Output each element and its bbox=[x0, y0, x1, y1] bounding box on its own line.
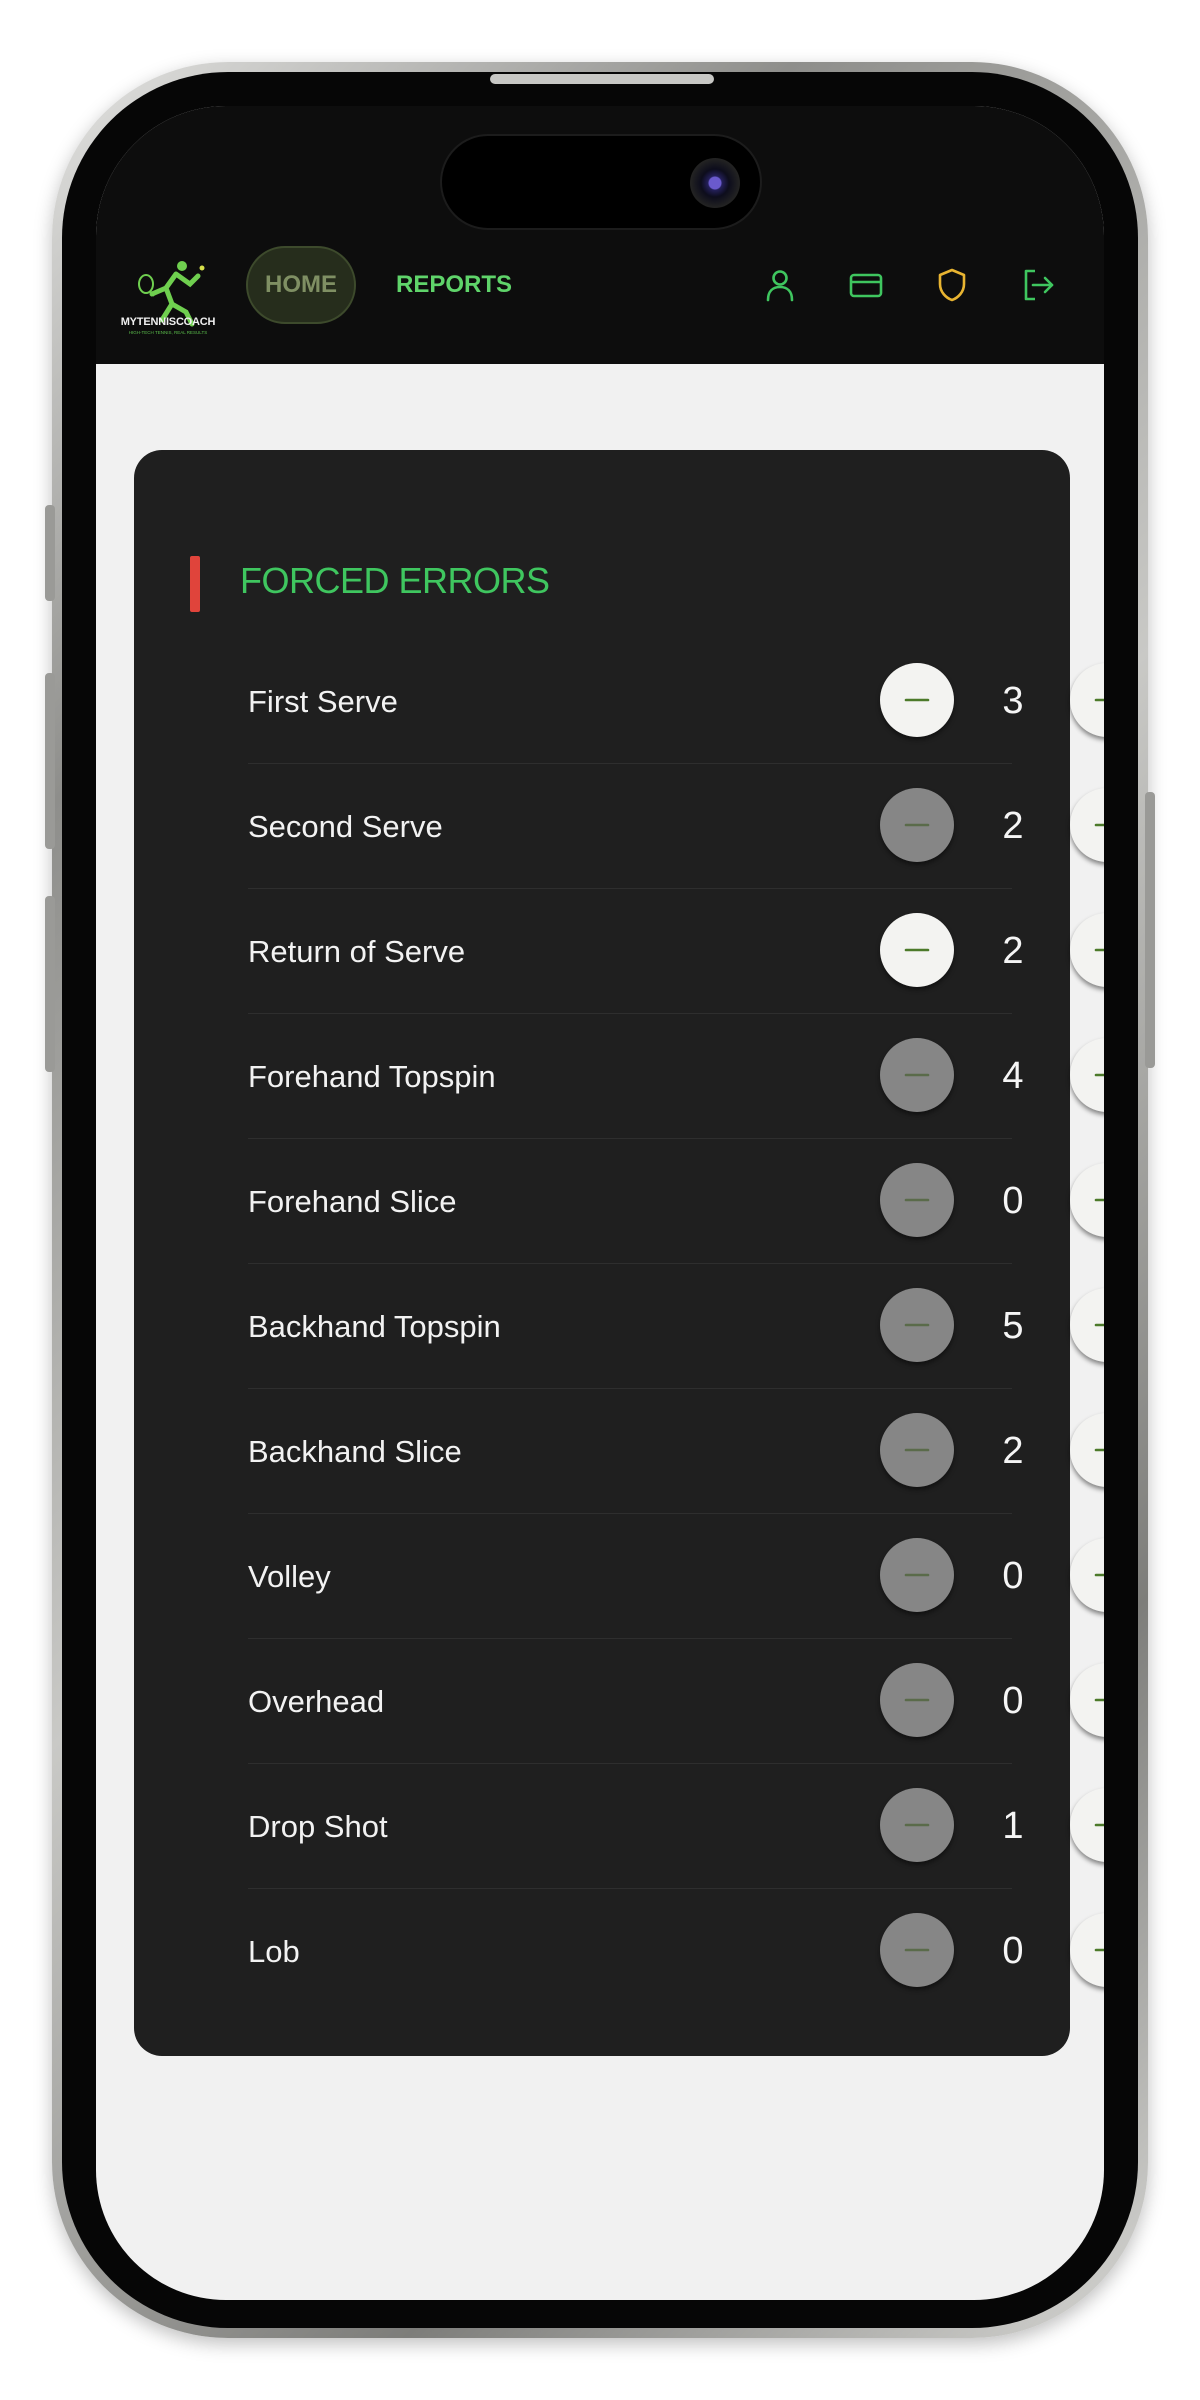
plus-icon bbox=[1094, 1198, 1104, 1202]
top-navbar: MYTENNISCOACH HIGH-TECH TENNIS, REAL RES… bbox=[96, 246, 1104, 364]
row-label: Overhead bbox=[248, 1683, 385, 1719]
count-value: 2 bbox=[1002, 930, 1024, 972]
nav-home-tab[interactable]: HOME bbox=[246, 246, 356, 324]
count-value: 0 bbox=[1002, 1180, 1024, 1222]
counter-row: First Serve 3 bbox=[248, 639, 1104, 764]
plus-icon bbox=[1094, 698, 1104, 702]
minus-icon bbox=[904, 1698, 930, 1702]
row-label: Forehand Topspin bbox=[248, 1058, 496, 1094]
volume-down-button bbox=[45, 896, 55, 1072]
count-value: 1 bbox=[1002, 1805, 1024, 1847]
minus-icon bbox=[904, 1073, 930, 1077]
antenna-band bbox=[490, 74, 714, 84]
brand-name: MYTENNISCOACH bbox=[120, 316, 216, 328]
counter-row: Lob 0 bbox=[248, 1889, 1104, 2014]
plus-icon bbox=[1094, 1948, 1104, 1952]
logout-icon[interactable] bbox=[1020, 267, 1056, 303]
decrement-button[interactable] bbox=[880, 913, 954, 987]
increment-button[interactable] bbox=[1070, 663, 1104, 737]
plus-icon bbox=[1094, 1323, 1104, 1327]
status-area bbox=[96, 106, 1104, 246]
app-screen: MYTENNISCOACH HIGH-TECH TENNIS, REAL RES… bbox=[96, 106, 1104, 2300]
shield-icon[interactable] bbox=[934, 267, 970, 303]
row-label: Lob bbox=[248, 1933, 300, 1969]
counter-row: Volley 0 bbox=[248, 1514, 1104, 1639]
forced-errors-card: FORCED ERRORS First Serve 3 Second Serve 2 R… bbox=[134, 450, 1104, 2056]
plus-icon bbox=[1094, 823, 1104, 827]
decrement-button[interactable] bbox=[880, 1038, 954, 1112]
row-label: Drop Shot bbox=[248, 1808, 388, 1844]
counter-row: Overhead 0 bbox=[248, 1639, 1104, 1764]
increment-button[interactable] bbox=[1070, 1038, 1104, 1112]
counter-row: Backhand Topspin 5 bbox=[248, 1264, 1104, 1389]
plus-icon bbox=[1094, 1823, 1104, 1827]
plus-icon bbox=[1094, 948, 1104, 952]
decrement-button[interactable] bbox=[880, 1788, 954, 1862]
section-marker bbox=[190, 556, 200, 612]
counter-row: Forehand Slice 0 bbox=[248, 1139, 1104, 1264]
nav-reports-tab[interactable]: REPORTS bbox=[396, 246, 512, 324]
decrement-button[interactable] bbox=[880, 1413, 954, 1487]
user-icon[interactable] bbox=[762, 267, 798, 303]
decrement-button[interactable] bbox=[880, 1163, 954, 1237]
minus-icon bbox=[904, 1948, 930, 1952]
row-label: First Serve bbox=[248, 683, 398, 719]
row-label: Forehand Slice bbox=[248, 1183, 457, 1219]
credit-card-icon[interactable] bbox=[848, 267, 884, 303]
minus-icon bbox=[904, 1198, 930, 1202]
increment-button[interactable] bbox=[1070, 1788, 1104, 1862]
count-value: 0 bbox=[1002, 1930, 1024, 1972]
count-value: 0 bbox=[1002, 1555, 1024, 1597]
counter-row: Drop Shot 1 bbox=[248, 1764, 1104, 1889]
decrement-button[interactable] bbox=[880, 1663, 954, 1737]
increment-button[interactable] bbox=[1070, 1413, 1104, 1487]
increment-button[interactable] bbox=[1070, 913, 1104, 987]
counter-row: Second Serve 2 bbox=[248, 764, 1104, 889]
minus-icon bbox=[904, 1823, 930, 1827]
increment-button[interactable] bbox=[1070, 1913, 1104, 1987]
action-button bbox=[45, 505, 55, 601]
minus-icon bbox=[904, 1323, 930, 1327]
count-value: 4 bbox=[1002, 1055, 1024, 1097]
section-title: FORCED ERRORS bbox=[240, 560, 550, 601]
count-value: 0 bbox=[1002, 1680, 1024, 1722]
volume-up-button bbox=[45, 673, 55, 849]
count-value: 3 bbox=[1002, 680, 1024, 722]
decrement-button[interactable] bbox=[880, 663, 954, 737]
plus-icon bbox=[1094, 1073, 1104, 1077]
minus-icon bbox=[904, 698, 930, 702]
decrement-button[interactable] bbox=[880, 1538, 954, 1612]
minus-icon bbox=[904, 948, 930, 952]
decrement-button[interactable] bbox=[880, 788, 954, 862]
row-label: Backhand Topspin bbox=[248, 1308, 501, 1344]
minus-icon bbox=[904, 1573, 930, 1577]
increment-button[interactable] bbox=[1070, 1663, 1104, 1737]
plus-icon bbox=[1094, 1698, 1104, 1702]
row-label: Backhand Slice bbox=[248, 1433, 462, 1469]
counter-row: Forehand Topspin 4 bbox=[248, 1014, 1104, 1139]
counter-row: Return of Serve 2 bbox=[248, 889, 1104, 1014]
minus-icon bbox=[904, 1448, 930, 1452]
count-value: 2 bbox=[1002, 805, 1024, 847]
camera-icon bbox=[690, 158, 740, 208]
row-label: Second Serve bbox=[248, 808, 443, 844]
count-value: 2 bbox=[1002, 1430, 1024, 1472]
counter-row: Backhand Slice 2 bbox=[248, 1389, 1104, 1514]
increment-button[interactable] bbox=[1070, 1288, 1104, 1362]
row-label: Volley bbox=[248, 1558, 331, 1594]
plus-icon bbox=[1094, 1448, 1104, 1452]
minus-icon bbox=[904, 823, 930, 827]
dynamic-island bbox=[440, 134, 762, 230]
increment-button[interactable] bbox=[1070, 1538, 1104, 1612]
increment-button[interactable] bbox=[1070, 1163, 1104, 1237]
brand-tagline: HIGH-TECH TENNIS, REAL RESULTS bbox=[128, 330, 208, 335]
plus-icon bbox=[1094, 1573, 1104, 1577]
power-button bbox=[1145, 792, 1155, 1068]
increment-button[interactable] bbox=[1070, 788, 1104, 862]
row-label: Return of Serve bbox=[248, 933, 466, 969]
decrement-button[interactable] bbox=[880, 1288, 954, 1362]
decrement-button[interactable] bbox=[880, 1913, 954, 1987]
count-value: 5 bbox=[1002, 1305, 1024, 1347]
